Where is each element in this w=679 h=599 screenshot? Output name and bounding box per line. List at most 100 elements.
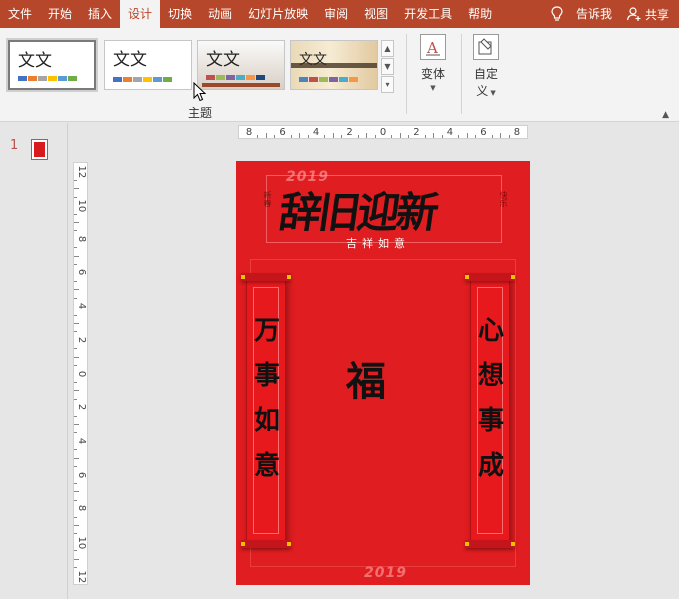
slide-thumbnail[interactable]	[31, 139, 48, 160]
theme-sample-text: 文文	[18, 51, 52, 71]
ruler-tick	[508, 135, 510, 138]
couplet-char: 心	[477, 316, 504, 346]
collapse-ribbon-icon[interactable]: ▲	[662, 110, 669, 120]
couplet-left: 万事如意	[247, 309, 287, 489]
ruler-tick	[74, 221, 79, 223]
theme-gallery-3[interactable]: 文文	[197, 40, 285, 90]
ruler-label: 4	[312, 127, 320, 138]
ruler-tick	[290, 135, 292, 138]
variants-label: 变体	[420, 67, 445, 81]
gallery-scroll-down[interactable]: ▼	[381, 58, 394, 75]
couplet-scroll-right[interactable]: 心想事成	[465, 273, 515, 548]
menu-tab-4[interactable]: 切换	[160, 0, 200, 28]
chevron-down-icon: ▼	[430, 84, 436, 92]
slide-number: 1	[10, 138, 19, 153]
theme-sample-text: 文文	[113, 50, 147, 70]
side-note-right: 快乐	[499, 191, 508, 207]
ruler-tick	[74, 499, 77, 501]
ruler-tick	[74, 230, 77, 232]
color-swatch	[163, 77, 172, 82]
ruler-label: 6	[76, 471, 87, 478]
ruler-tick	[74, 567, 77, 569]
slide-thumbnail-preview	[34, 142, 45, 157]
ruler-tick	[399, 133, 401, 138]
svg-text:A: A	[426, 39, 438, 57]
slide-canvas[interactable]: 2019 2019 新春 快乐 辞旧迎新 吉祥如意 万事如意 心想事成 福	[236, 161, 530, 585]
scroll-rod-bottom	[465, 540, 515, 548]
ruler-tick	[408, 135, 410, 138]
ruler-label: 2	[413, 127, 420, 138]
ruler-tick	[299, 133, 301, 138]
horizontal-ruler[interactable]: 8 6 4 2 0 2 4 6 8	[238, 125, 528, 139]
year-bottom: 2019	[364, 565, 407, 581]
ruler-tick	[374, 135, 376, 138]
menu-tab-1[interactable]: 开始	[40, 0, 80, 28]
couplet-char: 如	[253, 406, 280, 436]
ruler-tick	[324, 135, 326, 138]
ruler-tick	[74, 213, 77, 215]
group-label-themes: 主题	[188, 106, 213, 120]
ribbon-separator	[406, 34, 407, 114]
color-swatch	[133, 77, 142, 82]
slide-subtitle[interactable]: 吉祥如意	[346, 235, 410, 251]
ruler-tick	[466, 133, 468, 138]
mouse-cursor-icon	[193, 82, 207, 102]
ruler-tick	[74, 255, 79, 257]
color-swatch	[216, 75, 225, 80]
ruler-label: 10	[76, 536, 87, 550]
side-note-left: 新春	[263, 191, 272, 207]
customize-button[interactable]: 自定 义 ▼	[466, 34, 506, 99]
ruler-tick	[307, 135, 309, 138]
ruler-tick	[74, 264, 77, 266]
menu-tab-7[interactable]: 审阅	[316, 0, 356, 28]
gallery-more-button[interactable]: ▾	[381, 76, 394, 93]
ruler-tick	[74, 390, 79, 392]
fu-character[interactable]: 福	[346, 349, 386, 407]
theme-stroke	[291, 63, 377, 68]
ruler-tick	[74, 491, 79, 493]
ruler-tick	[74, 516, 77, 518]
color-swatch	[113, 77, 122, 82]
ruler-tick	[74, 432, 77, 434]
tell-me-box[interactable]: 告诉我	[568, 0, 620, 28]
menu-tab-2[interactable]: 插入	[80, 0, 120, 28]
ruler-tick	[74, 297, 77, 299]
menu-tab-8[interactable]: 视图	[356, 0, 396, 28]
menu-tab-10[interactable]: 帮助	[460, 0, 500, 28]
couplet-scroll-left[interactable]: 万事如意	[241, 273, 291, 548]
ruler-tick	[74, 466, 77, 468]
menu-right: 告诉我 共享	[546, 0, 679, 28]
ruler-tick	[74, 424, 79, 426]
gallery-scroll-up[interactable]: ▲	[381, 40, 394, 57]
menu-tab-3[interactable]: 设计	[120, 0, 161, 28]
theme-gallery-4[interactable]: 文文	[290, 40, 378, 90]
ruler-tick	[500, 133, 502, 138]
color-swatch	[123, 77, 132, 82]
ruler-tick	[74, 457, 79, 459]
theme-office-2[interactable]: 文文	[104, 40, 192, 90]
color-swatch	[319, 77, 328, 82]
ruler-label: 6	[279, 127, 286, 138]
menu-tab-5[interactable]: 动画	[200, 0, 240, 28]
menu-tab-6[interactable]: 幻灯片放映	[240, 0, 316, 28]
ruler-tick	[458, 135, 460, 138]
color-swatch	[18, 76, 27, 81]
scroll-body: 心想事成	[470, 279, 510, 542]
color-swatch	[226, 75, 235, 80]
ruler-tick	[74, 365, 77, 367]
menu-tab-0[interactable]: 文件	[0, 0, 40, 28]
theme-bar	[202, 83, 280, 87]
ruler-tick	[74, 322, 79, 324]
share-button[interactable]: 共享	[620, 6, 679, 23]
variants-button[interactable]: A 变体 ▼	[413, 34, 453, 92]
ruler-tick	[74, 381, 77, 383]
theme-office[interactable]: 文文	[6, 38, 98, 92]
menu-tab-9[interactable]: 开发工具	[396, 0, 460, 28]
slide-title[interactable]: 辞旧迎新	[276, 179, 441, 240]
couplet-char: 成	[477, 451, 504, 481]
color-swatch	[48, 76, 57, 81]
vertical-ruler[interactable]: 12 10 8 6 4 2 0 2 4 6 8 10 12	[73, 162, 88, 585]
ruler-label: 2	[76, 336, 87, 343]
color-swatch	[28, 76, 37, 81]
ruler-label: 10	[76, 199, 87, 213]
